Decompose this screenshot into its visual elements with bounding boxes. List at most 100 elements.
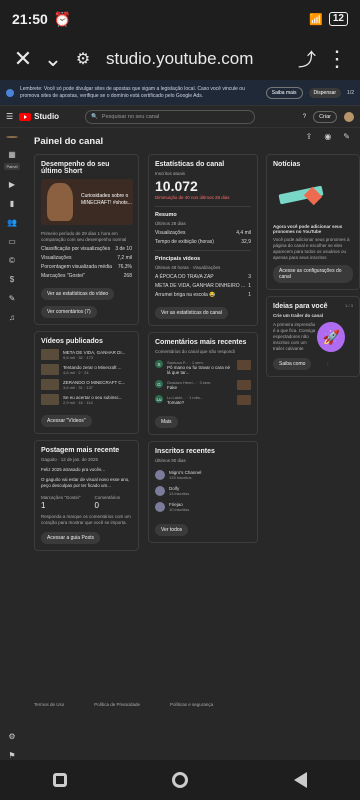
stat-row: Tempo de exibição (horas) 32,9: [155, 239, 251, 245]
help-icon[interactable]: ?: [303, 114, 306, 120]
videos-button[interactable]: Acessar "Vídeos": [41, 415, 92, 427]
dashboard-icon[interactable]: ▦: [8, 150, 16, 159]
last-short-card: Desempenho do seu último Short Curiosida…: [34, 154, 139, 325]
ideas-pager[interactable]: 1 / 3: [345, 303, 353, 313]
community-icon[interactable]: 👥: [7, 218, 17, 227]
learn-how-button[interactable]: Saiba como: [273, 358, 312, 370]
android-nav-bar: [0, 760, 360, 800]
list-item[interactable]: ZERANDO O MINECRAFT C... 3,6 mil · 31 · 1…: [41, 379, 132, 390]
content-icon[interactable]: ▶: [9, 180, 15, 189]
share-icon[interactable]: ⤴: [292, 44, 322, 74]
card-desc: Primeiro período de 29 dias 1 hora em co…: [41, 231, 127, 242]
audio-library-icon[interactable]: ♫: [9, 313, 15, 322]
channel-avatar[interactable]: [6, 136, 18, 138]
see-all-button[interactable]: Ver todos: [155, 524, 189, 536]
feedback-icon[interactable]: ⚑: [8, 751, 15, 760]
close-icon[interactable]: ✕: [8, 44, 38, 74]
earn-icon[interactable]: $: [10, 275, 14, 284]
top-videos-period: Últimas 48 horas · Visualizações: [155, 265, 221, 270]
avatar: [155, 502, 165, 512]
create-button[interactable]: Criar: [313, 110, 337, 123]
upload-icon[interactable]: ⇪: [306, 132, 313, 141]
channel-settings-button[interactable]: Acesse as configurações do canal: [273, 265, 353, 283]
studio-header: ☰ Studio 🔍 Pesquisar no seu canal ? Criar: [0, 106, 360, 128]
avatar: [155, 470, 165, 480]
terms-link[interactable]: Termos de Uso: [34, 702, 64, 707]
news-card: Notícias Agora você pode adicionar seus …: [266, 154, 360, 290]
card-title: Inscritos recentes: [155, 448, 215, 455]
banner-text: Lembrete: Você só pode divulgar sites de…: [20, 85, 245, 99]
list-item[interactable]: Se eu acertar o seu subinsc... 2,9 mil · …: [41, 394, 132, 405]
summary-period: Últimos 28 dias: [155, 221, 186, 226]
news-text: Você pode adicionar seus pronomes à pági…: [273, 237, 350, 260]
privacy-link[interactable]: Política de Privacidade: [94, 702, 140, 707]
post-text: Feliz 2025 atrasado pra vocês...: [41, 467, 106, 472]
learn-more-button[interactable]: Saiba mais: [265, 86, 303, 99]
subtitles-icon[interactable]: ▭: [8, 237, 16, 246]
thumbnail-caption: Curiosidades sobre o MINECRAFT! #shots..…: [81, 193, 132, 206]
subs-delta: Diminuição de 40 nos últimos 28 dias: [155, 195, 230, 200]
top-video-row[interactable]: META DE VIDA, GANHAR DINHEIRO ... 1: [155, 283, 251, 289]
top-video-row[interactable]: Arrumei briga na escola 😂 1: [155, 292, 251, 298]
video-thumbnail: [41, 349, 59, 360]
card-title: Desempenho do seu último Short: [41, 161, 110, 175]
short-thumbnail[interactable]: Curiosidades sobre o MINECRAFT! #shots..…: [41, 179, 133, 225]
site-settings-icon[interactable]: ⚙: [68, 44, 98, 74]
avatar: [155, 486, 165, 496]
news-illustration: [273, 172, 353, 220]
avatar[interactable]: [344, 111, 354, 122]
back-icon[interactable]: [291, 771, 309, 789]
search-input[interactable]: 🔍 Pesquisar no seu canal: [85, 109, 256, 124]
dismiss-button[interactable]: Dispensar: [308, 87, 342, 98]
comments-button[interactable]: Ver comentários (7): [41, 306, 97, 318]
more-comments-button[interactable]: Mais: [155, 416, 178, 428]
channel-stats-button[interactable]: Ver as estatísticas do canal: [155, 307, 228, 319]
ideas-card: Ideias para você 1 / 3 Crie um trailer d…: [266, 296, 360, 377]
footer: Termos de Uso Política de Privacidade Po…: [34, 702, 213, 707]
youtube-logo-icon: [19, 112, 32, 121]
customize-icon[interactable]: ✎: [9, 294, 16, 303]
url-text[interactable]: studio.youtube.com: [106, 49, 292, 69]
avatar: G: [155, 380, 163, 388]
settings-icon[interactable]: ⚙: [8, 732, 15, 741]
subscriber-item[interactable]: Migro's Channel 133 inscritos: [155, 470, 251, 480]
status-bar: 21:50 ⏰ 📶 12: [0, 0, 360, 38]
video-thumbnail: [237, 380, 251, 390]
video-stats-button[interactable]: Ver as estatísticas do vídeo: [41, 288, 115, 300]
studio-logo[interactable]: Studio: [19, 112, 59, 121]
battery-icon: 12: [328, 12, 348, 26]
search-icon: 🔍: [91, 113, 98, 120]
home-icon[interactable]: [171, 771, 189, 789]
card-title: Comentários mais recentes: [155, 339, 247, 346]
analytics-icon[interactable]: ▮: [10, 199, 14, 208]
search-placeholder: Pesquisar no seu canal: [101, 113, 160, 120]
recent-comments-card: Comentários mais recentes Comentários do…: [148, 332, 258, 435]
copyright-icon[interactable]: ©: [9, 256, 15, 265]
subscriber-item[interactable]: Dolfy 13 inscritos: [155, 486, 251, 496]
post-icon[interactable]: ✎: [343, 132, 350, 141]
stat-row: Visualizações 7,2 mil: [41, 255, 132, 261]
subs-label: Inscritos atuais: [155, 171, 186, 176]
more-menu-icon[interactable]: ⋮: [322, 44, 352, 74]
comment-item[interactable]: G Gustavo Henri... · 3 sem. Fake: [155, 380, 251, 390]
list-item[interactable]: Tentando zerar o Minecraft ... 4,6 mil · …: [41, 364, 132, 375]
top-video-row[interactable]: A ÉPOCA DO TRAVA ZAP 3: [155, 274, 251, 280]
live-icon[interactable]: ◉: [324, 132, 331, 141]
subscriber-item[interactable]: Friejao 10 inscritos: [155, 502, 251, 512]
card-title: Estatísticas do canal: [155, 161, 225, 168]
menu-icon[interactable]: ☰: [6, 112, 13, 121]
card-title: Ideias para você: [273, 303, 328, 310]
idea-heading: Crie um trailer do canal: [273, 313, 324, 318]
policies-link[interactable]: Políticas e segurança: [170, 702, 213, 707]
list-item[interactable]: META DE VIDA, GANHAR DI... 9,6 mil · 32 ·…: [41, 349, 132, 360]
chevron-down-icon[interactable]: ⌄: [38, 44, 68, 74]
comment-item[interactable]: S Samuca P... · 1 sem. Pô mano eu fui trav…: [155, 360, 251, 375]
video-thumbnail: [41, 364, 59, 375]
comment-item[interactable]: Lu Lu Lakhl... · 1 mês... Tomate?: [155, 395, 251, 405]
more-options-icon[interactable]: ⋮: [326, 361, 330, 366]
post-text: O gaguito vai estar de visual novo esse …: [41, 477, 130, 488]
posts-tab-button[interactable]: Acessar a guia Posts: [41, 532, 100, 544]
main-content: Painel do canal ⇪ ◉ ✎ Desempenho do seu …: [28, 128, 360, 551]
recent-apps-icon[interactable]: [51, 771, 69, 789]
post-date: 12 de jan. de 2025: [60, 457, 99, 462]
